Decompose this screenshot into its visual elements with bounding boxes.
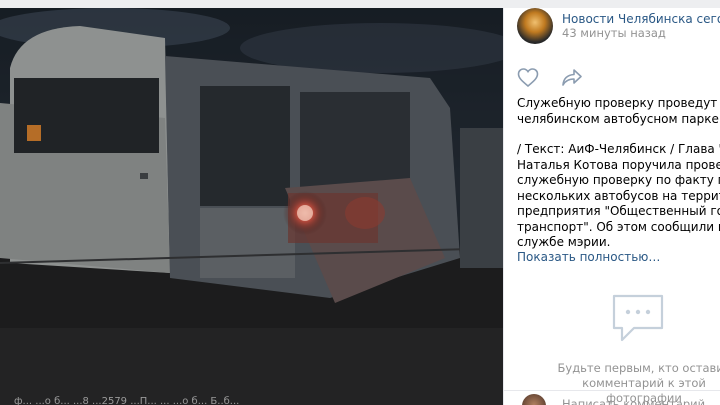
post-text: Служебную проверку проведут из-за Ч челя…	[517, 96, 720, 251]
share-button[interactable]	[561, 68, 583, 88]
post-text-line: челябинском автобусном парке	[517, 111, 719, 126]
post-text-line: Служебную проверку проведут из-за Ч	[517, 96, 720, 110]
heart-icon	[517, 68, 539, 88]
comment-input[interactable]: Написать комментарий...	[562, 397, 716, 405]
like-button[interactable]	[517, 68, 539, 88]
post-text-line: / Текст: АиФ-Челябинск / Глава Челябі	[517, 142, 720, 156]
bus-photo	[0, 8, 503, 405]
post-text-line: предприятия "Общественный городско	[517, 204, 720, 218]
group-avatar[interactable]	[517, 8, 553, 44]
comments-empty-line: Будьте первым, кто оставит	[557, 361, 720, 375]
post-text-line: нескольких автобусов на территории	[517, 188, 720, 203]
post-text-line: Наталья Котова поручила провести	[517, 157, 720, 172]
post-time[interactable]: 43 минуты назад	[562, 26, 666, 40]
post-text-line: служебную проверку по факту поврежд	[517, 173, 720, 187]
comments-empty-icon	[610, 292, 666, 348]
share-arrow-icon	[562, 69, 582, 86]
comment-divider	[504, 390, 720, 391]
group-name-link[interactable]: Новости Челябинска сегодня,	[562, 12, 720, 26]
photo-caption: ф... ...о б... ...8 ...2579 ...П... ... …	[14, 396, 240, 405]
post-text-line: транспорт". Об этом сообщили в пресс	[517, 219, 720, 234]
post-text-line: службе мэрии.	[517, 235, 611, 249]
show-more-link[interactable]: Показать полностью…	[517, 250, 660, 264]
top-bar	[0, 0, 720, 8]
user-avatar	[522, 394, 546, 405]
post-sidebar: Новости Челябинска сегодня, 43 минуты на…	[503, 8, 720, 405]
photo-viewer[interactable]: ф... ...о б... ...8 ...2579 ...П... ... …	[0, 8, 503, 405]
